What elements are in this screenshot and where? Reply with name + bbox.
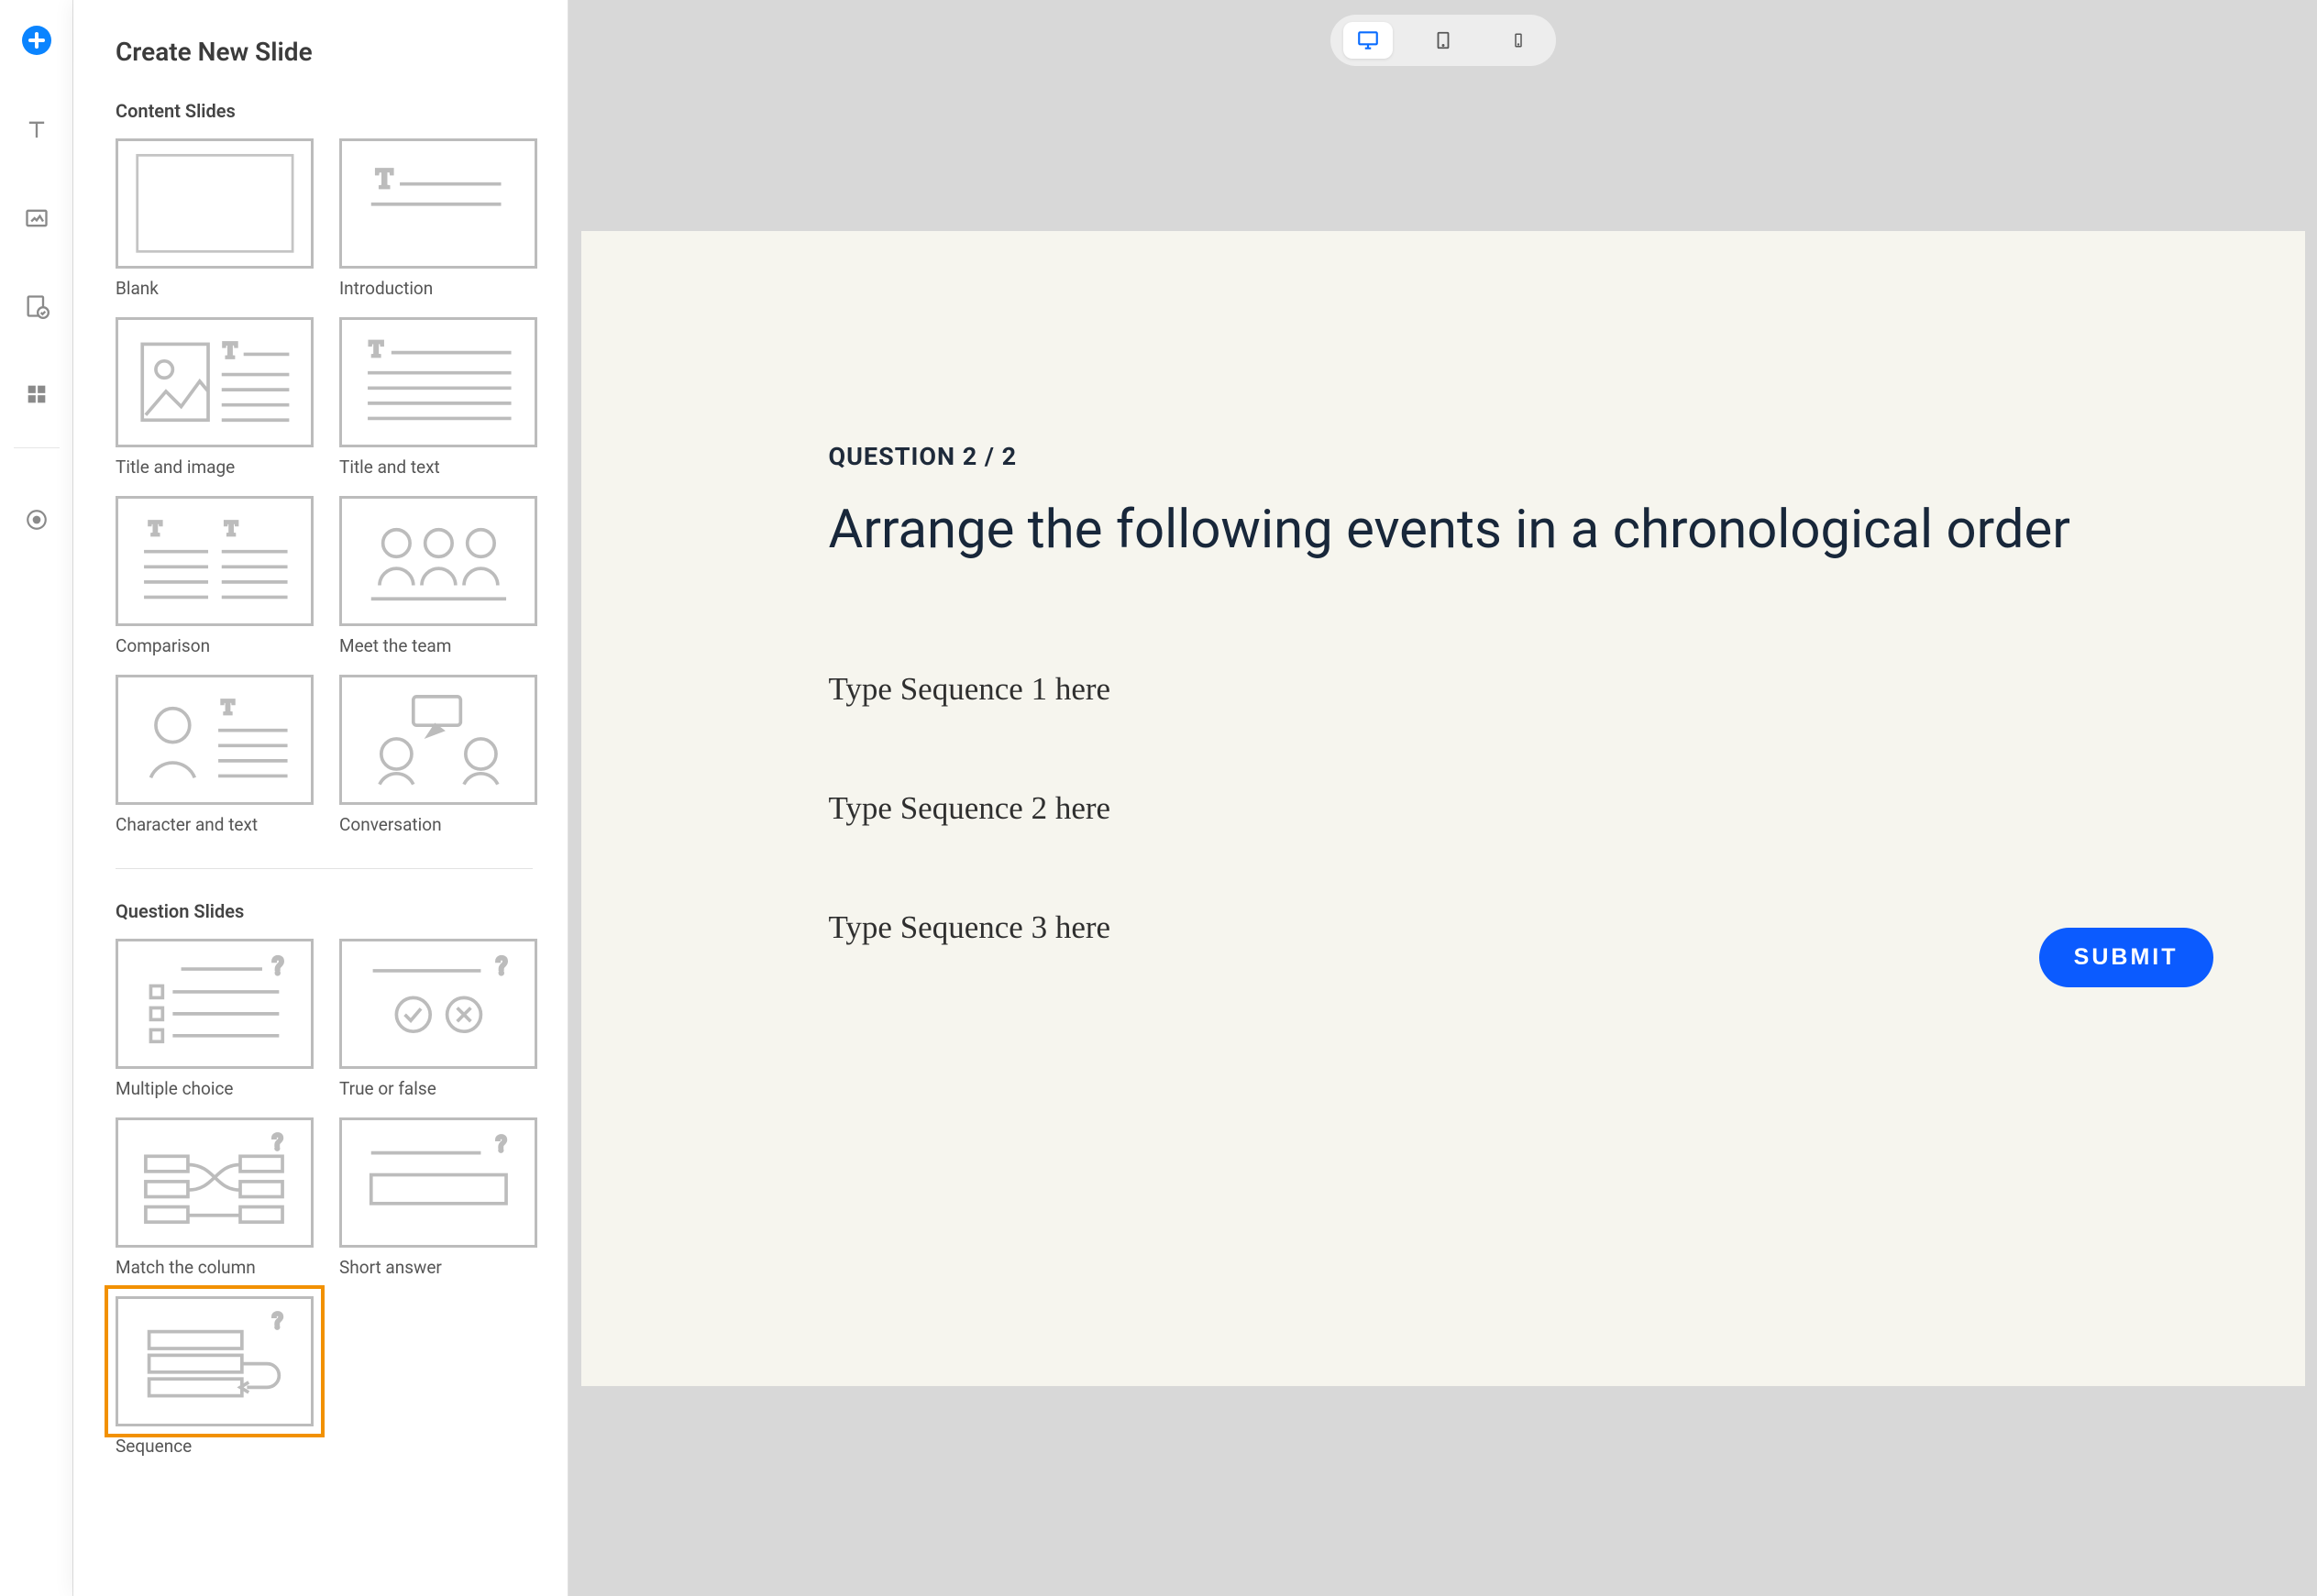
device-desktop-button[interactable] — [1343, 22, 1393, 59]
tile-label: Sequence — [116, 1436, 314, 1457]
tile-multiple-choice[interactable]: ? Multiple choice — [116, 939, 314, 1099]
tile-label: Conversation — [339, 814, 537, 835]
tile-title-and-image[interactable]: T Title and image — [116, 317, 314, 478]
record-tool-icon[interactable] — [20, 503, 53, 536]
tile-label: Multiple choice — [116, 1078, 314, 1099]
tile-match-the-column[interactable]: ? Match the column — [116, 1117, 314, 1278]
device-preview-bar — [1330, 15, 1556, 66]
sequence-item-3[interactable]: Type Sequence 3 here — [829, 909, 2168, 946]
tile-label: Meet the team — [339, 635, 537, 656]
tile-label: Title and text — [339, 457, 537, 478]
tile-label: Character and text — [116, 814, 314, 835]
device-tablet-button[interactable] — [1418, 22, 1468, 59]
svg-text:?: ? — [272, 1129, 282, 1155]
tile-label: Introduction — [339, 278, 537, 299]
app-root: Create New Slide Content Slides Blank T — [0, 0, 2317, 1596]
slide-canvas[interactable]: QUESTION 2 / 2 Arrange the following eve… — [581, 231, 2305, 1386]
question-title[interactable]: Arrange the following events in a chrono… — [829, 499, 2168, 561]
tile-label: True or false — [339, 1078, 537, 1099]
svg-text:?: ? — [272, 953, 283, 981]
tool-rail — [0, 0, 73, 1596]
canvas-area: QUESTION 2 / 2 Arrange the following eve… — [568, 0, 2317, 1596]
sequence-item-2[interactable]: Type Sequence 2 here — [829, 790, 2168, 827]
rail-separator — [14, 447, 60, 448]
components-tool-icon[interactable] — [20, 378, 53, 411]
tile-label: Comparison — [116, 635, 314, 656]
tile-title-and-text[interactable]: T Title and text — [339, 317, 537, 478]
tile-label: Blank — [116, 278, 314, 299]
tile-meet-the-team[interactable]: Meet the team — [339, 496, 537, 656]
tile-label: Short answer — [339, 1257, 537, 1278]
tile-blank[interactable]: Blank — [116, 138, 314, 299]
svg-text:T: T — [225, 516, 237, 539]
tile-label: Match the column — [116, 1257, 314, 1278]
media-tool-icon[interactable] — [20, 202, 53, 235]
tile-conversation[interactable]: Conversation — [339, 675, 537, 835]
tile-character-and-text[interactable]: T Character and text — [116, 675, 314, 835]
tile-short-answer[interactable]: ? Short answer — [339, 1117, 537, 1278]
tile-true-or-false[interactable]: ? True or false — [339, 939, 537, 1099]
device-mobile-button[interactable] — [1494, 22, 1543, 59]
svg-text:?: ? — [496, 953, 507, 981]
tile-comparison[interactable]: T T Comparison — [116, 496, 314, 656]
section-content-title: Content Slides — [116, 100, 533, 122]
sequence-item-1[interactable]: Type Sequence 1 here — [829, 671, 2168, 708]
question-counter[interactable]: QUESTION 2 / 2 — [829, 442, 2168, 471]
panel-title: Create New Slide — [116, 37, 533, 67]
create-slide-panel: Create New Slide Content Slides Blank T — [73, 0, 568, 1596]
svg-text:?: ? — [272, 1308, 282, 1334]
content-tiles-grid: Blank T Introduction — [116, 138, 533, 835]
svg-text:T: T — [223, 339, 237, 363]
tile-sequence[interactable]: ? Sequence — [116, 1296, 314, 1457]
tile-label: Title and image — [116, 457, 314, 478]
svg-text:?: ? — [496, 1131, 506, 1157]
text-tool-icon[interactable] — [20, 114, 53, 147]
svg-text:T: T — [370, 337, 383, 361]
panel-divider — [116, 868, 533, 869]
tile-introduction[interactable]: T Introduction — [339, 138, 537, 299]
svg-text:T: T — [149, 516, 161, 539]
add-slide-icon[interactable] — [18, 22, 55, 59]
section-question-title: Question Slides — [116, 900, 533, 922]
question-tiles-grid: ? Multiple choice ? — [116, 939, 533, 1457]
submit-button[interactable]: SUBMIT — [2039, 928, 2213, 987]
quiz-tool-icon[interactable] — [20, 290, 53, 323]
svg-text:T: T — [376, 165, 392, 194]
svg-text:T: T — [221, 695, 234, 718]
